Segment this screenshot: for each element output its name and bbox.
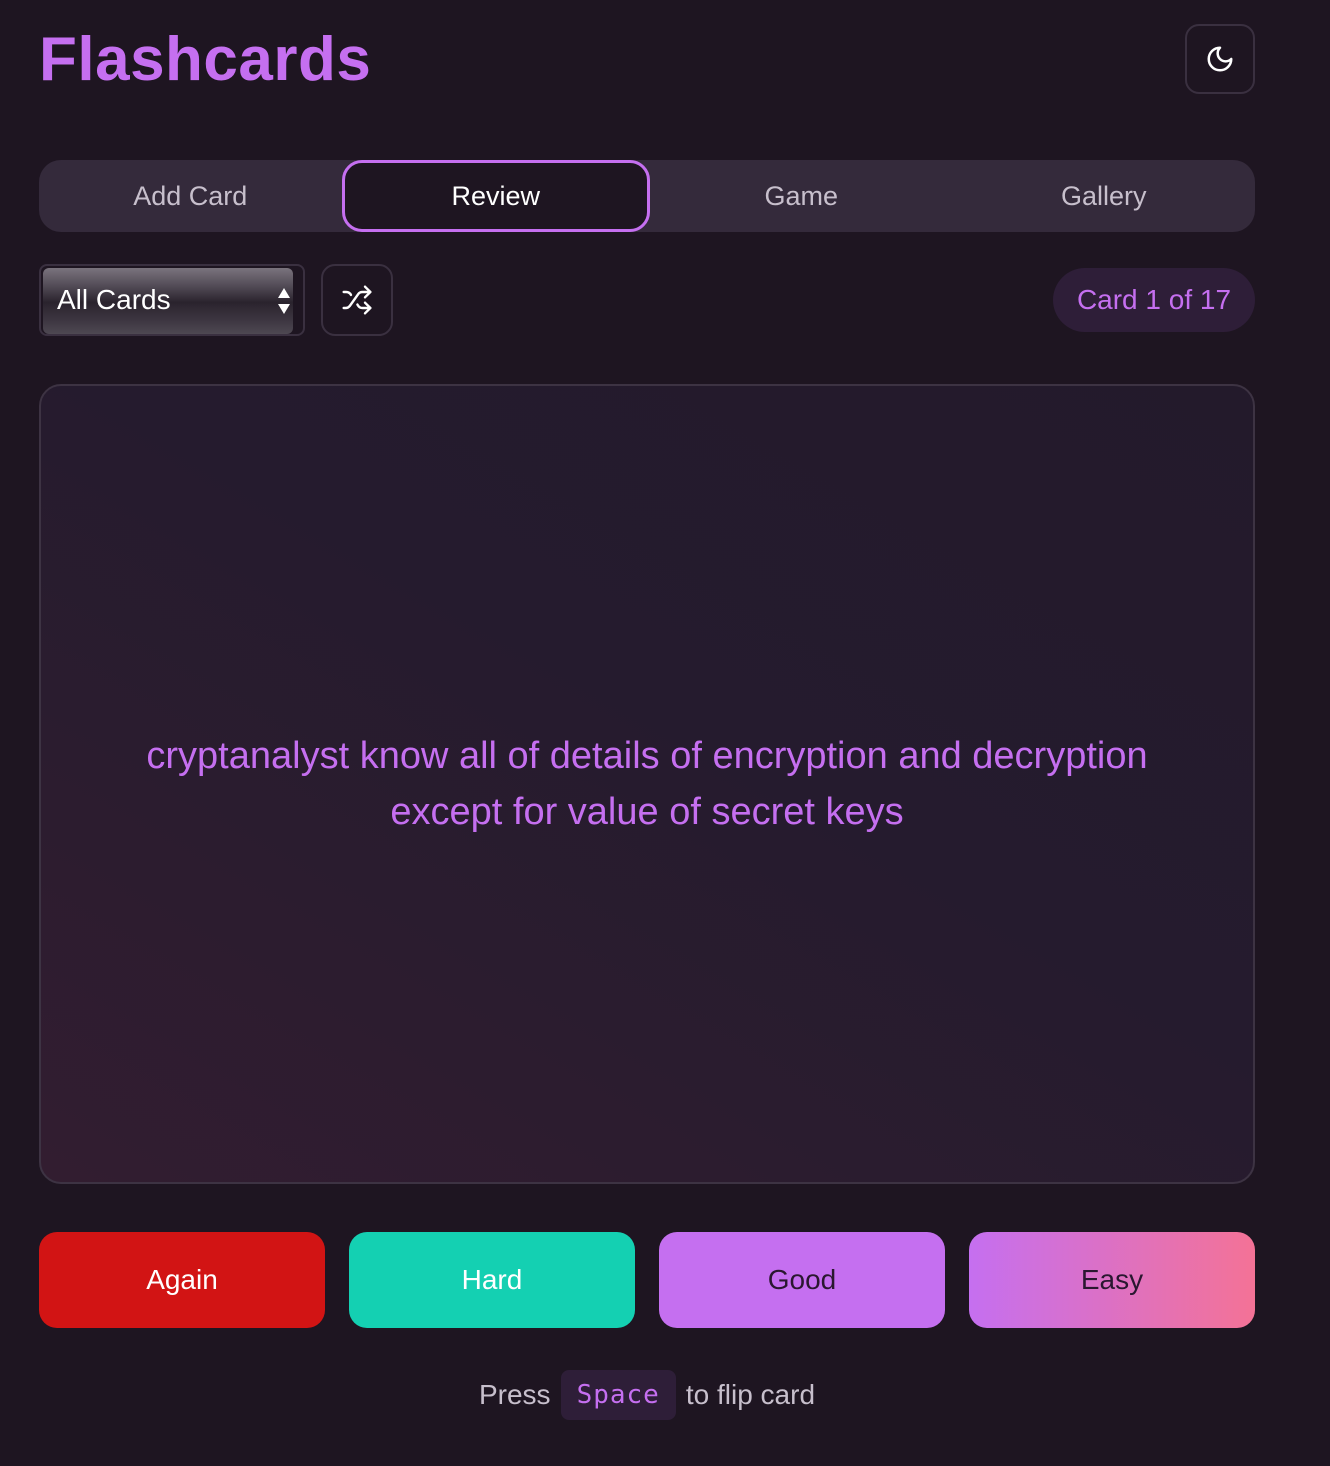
- keyboard-hint: Press Space to flip card: [39, 1370, 1255, 1420]
- header: Flashcards: [39, 0, 1255, 120]
- space-key-badge: Space: [560, 1370, 676, 1420]
- good-button[interactable]: Good: [659, 1232, 945, 1328]
- easy-button[interactable]: Easy: [969, 1232, 1255, 1328]
- flashcards-app: Flashcards Add Card Review Game Gallery …: [39, 0, 1255, 1420]
- moon-icon: [1207, 46, 1233, 72]
- hard-button[interactable]: Hard: [349, 1232, 635, 1328]
- tab-review[interactable]: Review: [341, 160, 650, 232]
- tab-bar: Add Card Review Game Gallery: [39, 160, 1255, 232]
- flashcard-text: cryptanalyst know all of details of encr…: [146, 735, 1148, 833]
- hint-prefix: Press: [478, 1379, 551, 1410]
- deck-select[interactable]: All Cards: [39, 264, 305, 336]
- theme-toggle-button[interactable]: [1185, 24, 1255, 94]
- select-arrows-icon: [278, 288, 290, 314]
- shuffle-button[interactable]: [321, 264, 393, 336]
- shuffle-icon: [342, 285, 372, 315]
- tab-game[interactable]: Game: [650, 160, 953, 232]
- rating-buttons: Again Hard Good Easy: [39, 1232, 1255, 1328]
- review-controls: All Cards Card 1 of 17: [39, 264, 1255, 336]
- app-title: Flashcards: [39, 25, 372, 94]
- tab-add-card[interactable]: Add Card: [39, 160, 342, 232]
- card-counter-badge: Card 1 of 17: [1053, 268, 1255, 332]
- deck-select-value: All Cards: [57, 284, 171, 315]
- again-button[interactable]: Again: [39, 1232, 325, 1328]
- hint-suffix: to flip card: [685, 1379, 816, 1410]
- flashcard[interactable]: cryptanalyst know all of details of encr…: [39, 384, 1255, 1184]
- tab-gallery[interactable]: Gallery: [953, 160, 1256, 232]
